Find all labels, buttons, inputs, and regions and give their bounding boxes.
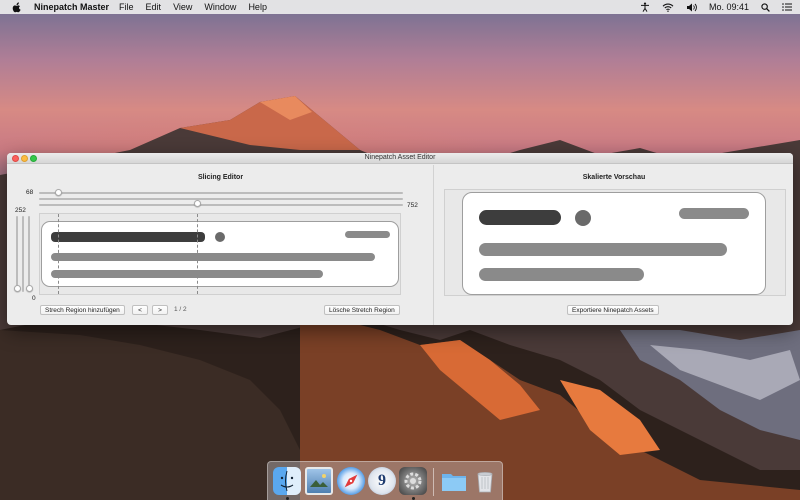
ninepatch-source-card [41, 221, 399, 287]
spotlight-icon[interactable] [761, 2, 770, 12]
bottom-slider-value: 0 [32, 295, 36, 302]
wifi-icon[interactable] [662, 3, 674, 12]
clock[interactable]: Mo. 09:41 [709, 2, 749, 12]
title-bar[interactable]: Ninepatch Asset Editor [7, 153, 793, 164]
ninepatch-window: Ninepatch Asset Editor Slicing Editor 68… [7, 153, 793, 325]
top-slider-knob[interactable] [55, 189, 62, 196]
finder-icon[interactable] [273, 467, 301, 495]
slicing-editor-pane: Slicing Editor 68 752 252 0 Strech Regio… [7, 165, 434, 325]
stretch-guide-left[interactable] [58, 214, 59, 294]
preview-dot-shape [575, 210, 591, 226]
dock-separator [433, 468, 434, 496]
accessibility-icon[interactable] [640, 2, 650, 12]
left-slider-value: 252 [15, 207, 26, 214]
dock: 9 [267, 461, 503, 500]
left-slider-knob-1[interactable] [14, 285, 21, 292]
right-slider-track[interactable] [39, 204, 403, 206]
menu-file[interactable]: File [119, 2, 134, 12]
window-title: Ninepatch Asset Editor [364, 154, 436, 161]
dark-bar [51, 232, 205, 242]
safari-icon[interactable] [337, 467, 365, 495]
menu-bar: Ninepatch Master File Edit View Window H… [0, 0, 800, 14]
page-indicator: 1 / 2 [174, 306, 187, 313]
app-name[interactable]: Ninepatch Master [34, 2, 109, 12]
preview-short-bar [679, 208, 749, 219]
preview-icon[interactable] [305, 467, 333, 495]
ninepatch-preview-card [462, 192, 766, 295]
slicing-canvas[interactable] [39, 213, 401, 295]
prev-button[interactable]: < [132, 305, 148, 315]
preview-long-bar [479, 243, 727, 256]
left-slider-track-1[interactable] [16, 216, 18, 292]
dot-shape [215, 232, 225, 242]
preview-title: Skalierte Vorschau [582, 174, 646, 181]
preview-pane: Skalierte Vorschau Exportiere Ninepatch … [435, 165, 793, 325]
export-assets-button[interactable]: Exportiere Ninepatch Assets [567, 305, 659, 315]
menu-window[interactable]: Window [204, 2, 236, 12]
trash-icon[interactable] [471, 467, 499, 495]
medium-bar [51, 270, 323, 278]
notification-center-icon[interactable] [782, 3, 792, 11]
apple-icon[interactable] [12, 1, 22, 13]
left-slider-track-3[interactable] [28, 216, 30, 292]
stretch-guide-right[interactable] [197, 214, 198, 294]
left-slider-track-2[interactable] [22, 216, 24, 292]
calendar-icon[interactable]: 9 [368, 467, 396, 495]
volume-icon[interactable] [686, 3, 697, 12]
menu-edit[interactable]: Edit [146, 2, 162, 12]
folder-icon[interactable] [440, 467, 468, 495]
menu-help[interactable]: Help [248, 2, 267, 12]
preview-canvas [444, 189, 786, 296]
next-button[interactable]: > [152, 305, 168, 315]
preview-dark-bar [479, 210, 561, 225]
calendar-day: 9 [378, 472, 386, 489]
preview-medium-bar [479, 268, 644, 281]
add-stretch-region-button[interactable]: Strech Region hinzufügen [40, 305, 125, 315]
menu-view[interactable]: View [173, 2, 192, 12]
top-slider-track[interactable] [39, 192, 403, 194]
left-slider-knob-2[interactable] [26, 285, 33, 292]
long-bar [51, 253, 375, 261]
system-preferences-icon[interactable] [399, 467, 427, 495]
upper-slider-track[interactable] [39, 198, 403, 200]
right-slider-knob[interactable] [194, 200, 201, 207]
right-slider-value: 752 [407, 202, 418, 209]
delete-stretch-region-button[interactable]: Lösche Stretch Region [324, 305, 400, 315]
short-bar [345, 231, 390, 238]
top-slider-value: 68 [26, 189, 34, 196]
slicing-editor-title: Slicing Editor [197, 174, 244, 181]
